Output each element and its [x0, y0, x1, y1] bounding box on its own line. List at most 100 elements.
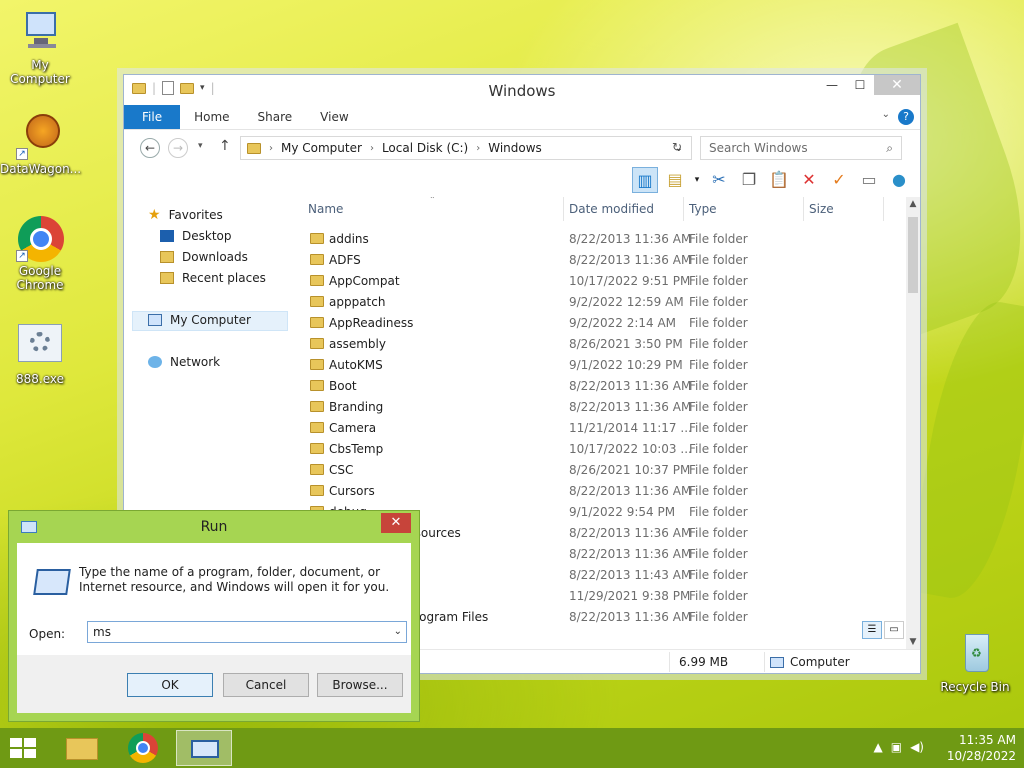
desktop-icon-label: Google Chrome	[16, 264, 64, 292]
file-date: 10/17/2022 9:51 PM	[569, 274, 691, 288]
list-item[interactable]: Branding 8/22/2013 11:36 AM File folder	[302, 397, 906, 418]
list-item[interactable]: Cursors 8/22/2013 11:36 AM File folder	[302, 481, 906, 502]
desktop-icon-recycle-bin[interactable]: ♻ Recycle Bin	[935, 630, 1015, 694]
maximize-button[interactable]: ☐	[846, 75, 874, 95]
close-button[interactable]: ✕	[874, 75, 920, 95]
show-hidden-icons-icon[interactable]: ▲	[874, 740, 883, 754]
forward-button[interactable]: →	[168, 138, 188, 158]
cut-icon[interactable]: ✂	[706, 167, 732, 193]
file-name: Branding	[329, 400, 384, 414]
folder-icon	[310, 359, 324, 370]
nav-favorites[interactable]: ★ Favorites	[148, 207, 223, 223]
nav-downloads[interactable]: Downloads	[160, 250, 248, 264]
desktop-icon-my-computer[interactable]: My Computer	[0, 8, 80, 86]
rename-icon[interactable]: ▭	[856, 167, 882, 193]
back-button[interactable]: ←	[140, 138, 160, 158]
scroll-down-icon[interactable]: ▼	[906, 637, 920, 647]
search-icon: ⌕	[886, 141, 893, 155]
chevron-down-icon[interactable]: ⌄	[394, 622, 402, 642]
desktop-icon-datawagon[interactable]: ↗ DataWagon...	[0, 112, 82, 176]
run-message: Type the name of a program, folder, docu…	[79, 565, 390, 594]
network-icon[interactable]: ▣	[891, 740, 902, 754]
copy-icon[interactable]: ❐	[736, 167, 762, 193]
file-type: File folder	[689, 505, 748, 519]
address-bar[interactable]: › My Computer › Local Disk (C:) › Window…	[240, 136, 692, 160]
browse-button[interactable]: Browse...	[317, 673, 403, 697]
nav-desktop[interactable]: Desktop	[160, 229, 232, 243]
nav-label: Network	[170, 355, 221, 369]
scroll-up-icon[interactable]: ▲	[906, 199, 920, 209]
nav-my-computer[interactable]: My Computer	[148, 313, 251, 327]
list-item[interactable]: AutoKMS 9/1/2022 10:29 PM File folder	[302, 355, 906, 376]
details-view-button[interactable]: ☰	[862, 621, 882, 639]
list-item[interactable]: CSC 8/26/2021 10:37 PM File folder	[302, 460, 906, 481]
help-button[interactable]: ?	[898, 109, 914, 125]
folder-options-icon[interactable]: ▤	[662, 167, 688, 193]
large-icons-view-button[interactable]: ▭	[884, 621, 904, 639]
desktop-icon-label: My Computer	[10, 58, 70, 86]
nav-network[interactable]: Network	[148, 355, 220, 369]
nav-label: My Computer	[170, 313, 251, 327]
tab-view[interactable]: View	[306, 105, 362, 129]
list-item[interactable]: ADFS 8/22/2013 11:36 AM File folder	[302, 250, 906, 271]
close-button[interactable]: ✕	[381, 513, 411, 533]
title-bar[interactable]: | ▾ | Windows — ☐ ✕	[124, 75, 920, 105]
list-item[interactable]: CbsTemp 10/17/2022 10:03 ... File folder	[302, 439, 906, 460]
column-type[interactable]: Type	[689, 202, 717, 216]
search-placeholder: Search Windows	[709, 141, 808, 155]
taskbar-file-explorer[interactable]	[54, 730, 110, 766]
clock[interactable]: 11:35 AM 10/28/2022	[947, 732, 1016, 764]
desktop-icon-888-exe[interactable]: 888.exe	[0, 322, 80, 386]
list-item[interactable]: Camera 11/21/2014 11:17 ... File folder	[302, 418, 906, 439]
recent-locations-icon[interactable]: ▾	[198, 141, 203, 151]
file-type: File folder	[689, 484, 748, 498]
globe-icon[interactable]: ●	[886, 167, 912, 193]
list-item[interactable]: AppCompat 10/17/2022 9:51 PM File folder	[302, 271, 906, 292]
file-name: ADFS	[329, 253, 361, 267]
up-button[interactable]: ↑	[219, 138, 231, 154]
status-size: 6.99 MB	[679, 655, 729, 669]
desktop-icon-google-chrome[interactable]: ↗ Google Chrome	[0, 214, 80, 292]
chevron-down-icon[interactable]: ▾	[692, 167, 702, 193]
ribbon-tabs: File Home Share View ⌄ ?	[124, 105, 920, 129]
desktop-icon-label: DataWagon...	[0, 162, 82, 176]
search-input[interactable]: Search Windows ⌕	[700, 136, 902, 160]
ok-button[interactable]: OK	[127, 673, 213, 697]
list-item[interactable]: assembly 8/26/2021 3:50 PM File folder	[302, 334, 906, 355]
list-item[interactable]: addins 8/22/2013 11:36 AM File folder	[302, 229, 906, 250]
nav-recent-places[interactable]: Recent places	[160, 271, 266, 285]
check-icon[interactable]: ✓	[826, 167, 852, 193]
tab-file[interactable]: File	[124, 105, 181, 129]
scroll-thumb[interactable]	[908, 217, 918, 293]
breadcrumb-my-computer[interactable]: My Computer	[281, 141, 362, 155]
open-combobox[interactable]: ms ⌄	[87, 621, 407, 643]
taskbar-chrome[interactable]	[116, 730, 172, 766]
list-item[interactable]: Boot 8/22/2013 11:36 AM File folder	[302, 376, 906, 397]
preview-pane-icon[interactable]: ▥	[632, 167, 658, 193]
list-item[interactable]: apppatch 9/2/2022 12:59 AM File folder	[302, 292, 906, 313]
status-location: Computer	[790, 655, 850, 669]
folder-icon	[310, 275, 324, 286]
paste-icon[interactable]: 📋	[766, 167, 792, 193]
tab-share[interactable]: Share	[244, 105, 307, 129]
file-name: apppatch	[329, 295, 386, 309]
refresh-button[interactable]: ↻	[672, 140, 682, 154]
cancel-button[interactable]: Cancel	[223, 673, 309, 697]
list-item[interactable]: AppReadiness 9/2/2022 2:14 AM File folder	[302, 313, 906, 334]
run-icon	[191, 740, 219, 758]
chevron-down-icon[interactable]: ⌄	[882, 109, 890, 120]
column-name[interactable]: Name	[308, 202, 343, 216]
windows-start-icon[interactable]	[10, 738, 38, 760]
taskbar-run[interactable]	[176, 730, 232, 766]
column-date-modified[interactable]: Date modified	[569, 202, 654, 216]
column-size[interactable]: Size	[809, 202, 834, 216]
breadcrumb-windows[interactable]: Windows	[488, 141, 542, 155]
vertical-scrollbar[interactable]: ▲ ▼	[906, 197, 920, 649]
toolbar: ▥ ▤ ▾ ✂ ❐ 📋 ✕ ✓ ▭ ●	[124, 165, 920, 195]
tab-home[interactable]: Home	[180, 105, 243, 129]
delete-icon[interactable]: ✕	[796, 167, 822, 193]
volume-icon[interactable]: ◀)	[910, 740, 924, 754]
minimize-button[interactable]: —	[818, 75, 846, 95]
breadcrumb-local-disk[interactable]: Local Disk (C:)	[382, 141, 468, 155]
computer-icon	[16, 8, 64, 56]
